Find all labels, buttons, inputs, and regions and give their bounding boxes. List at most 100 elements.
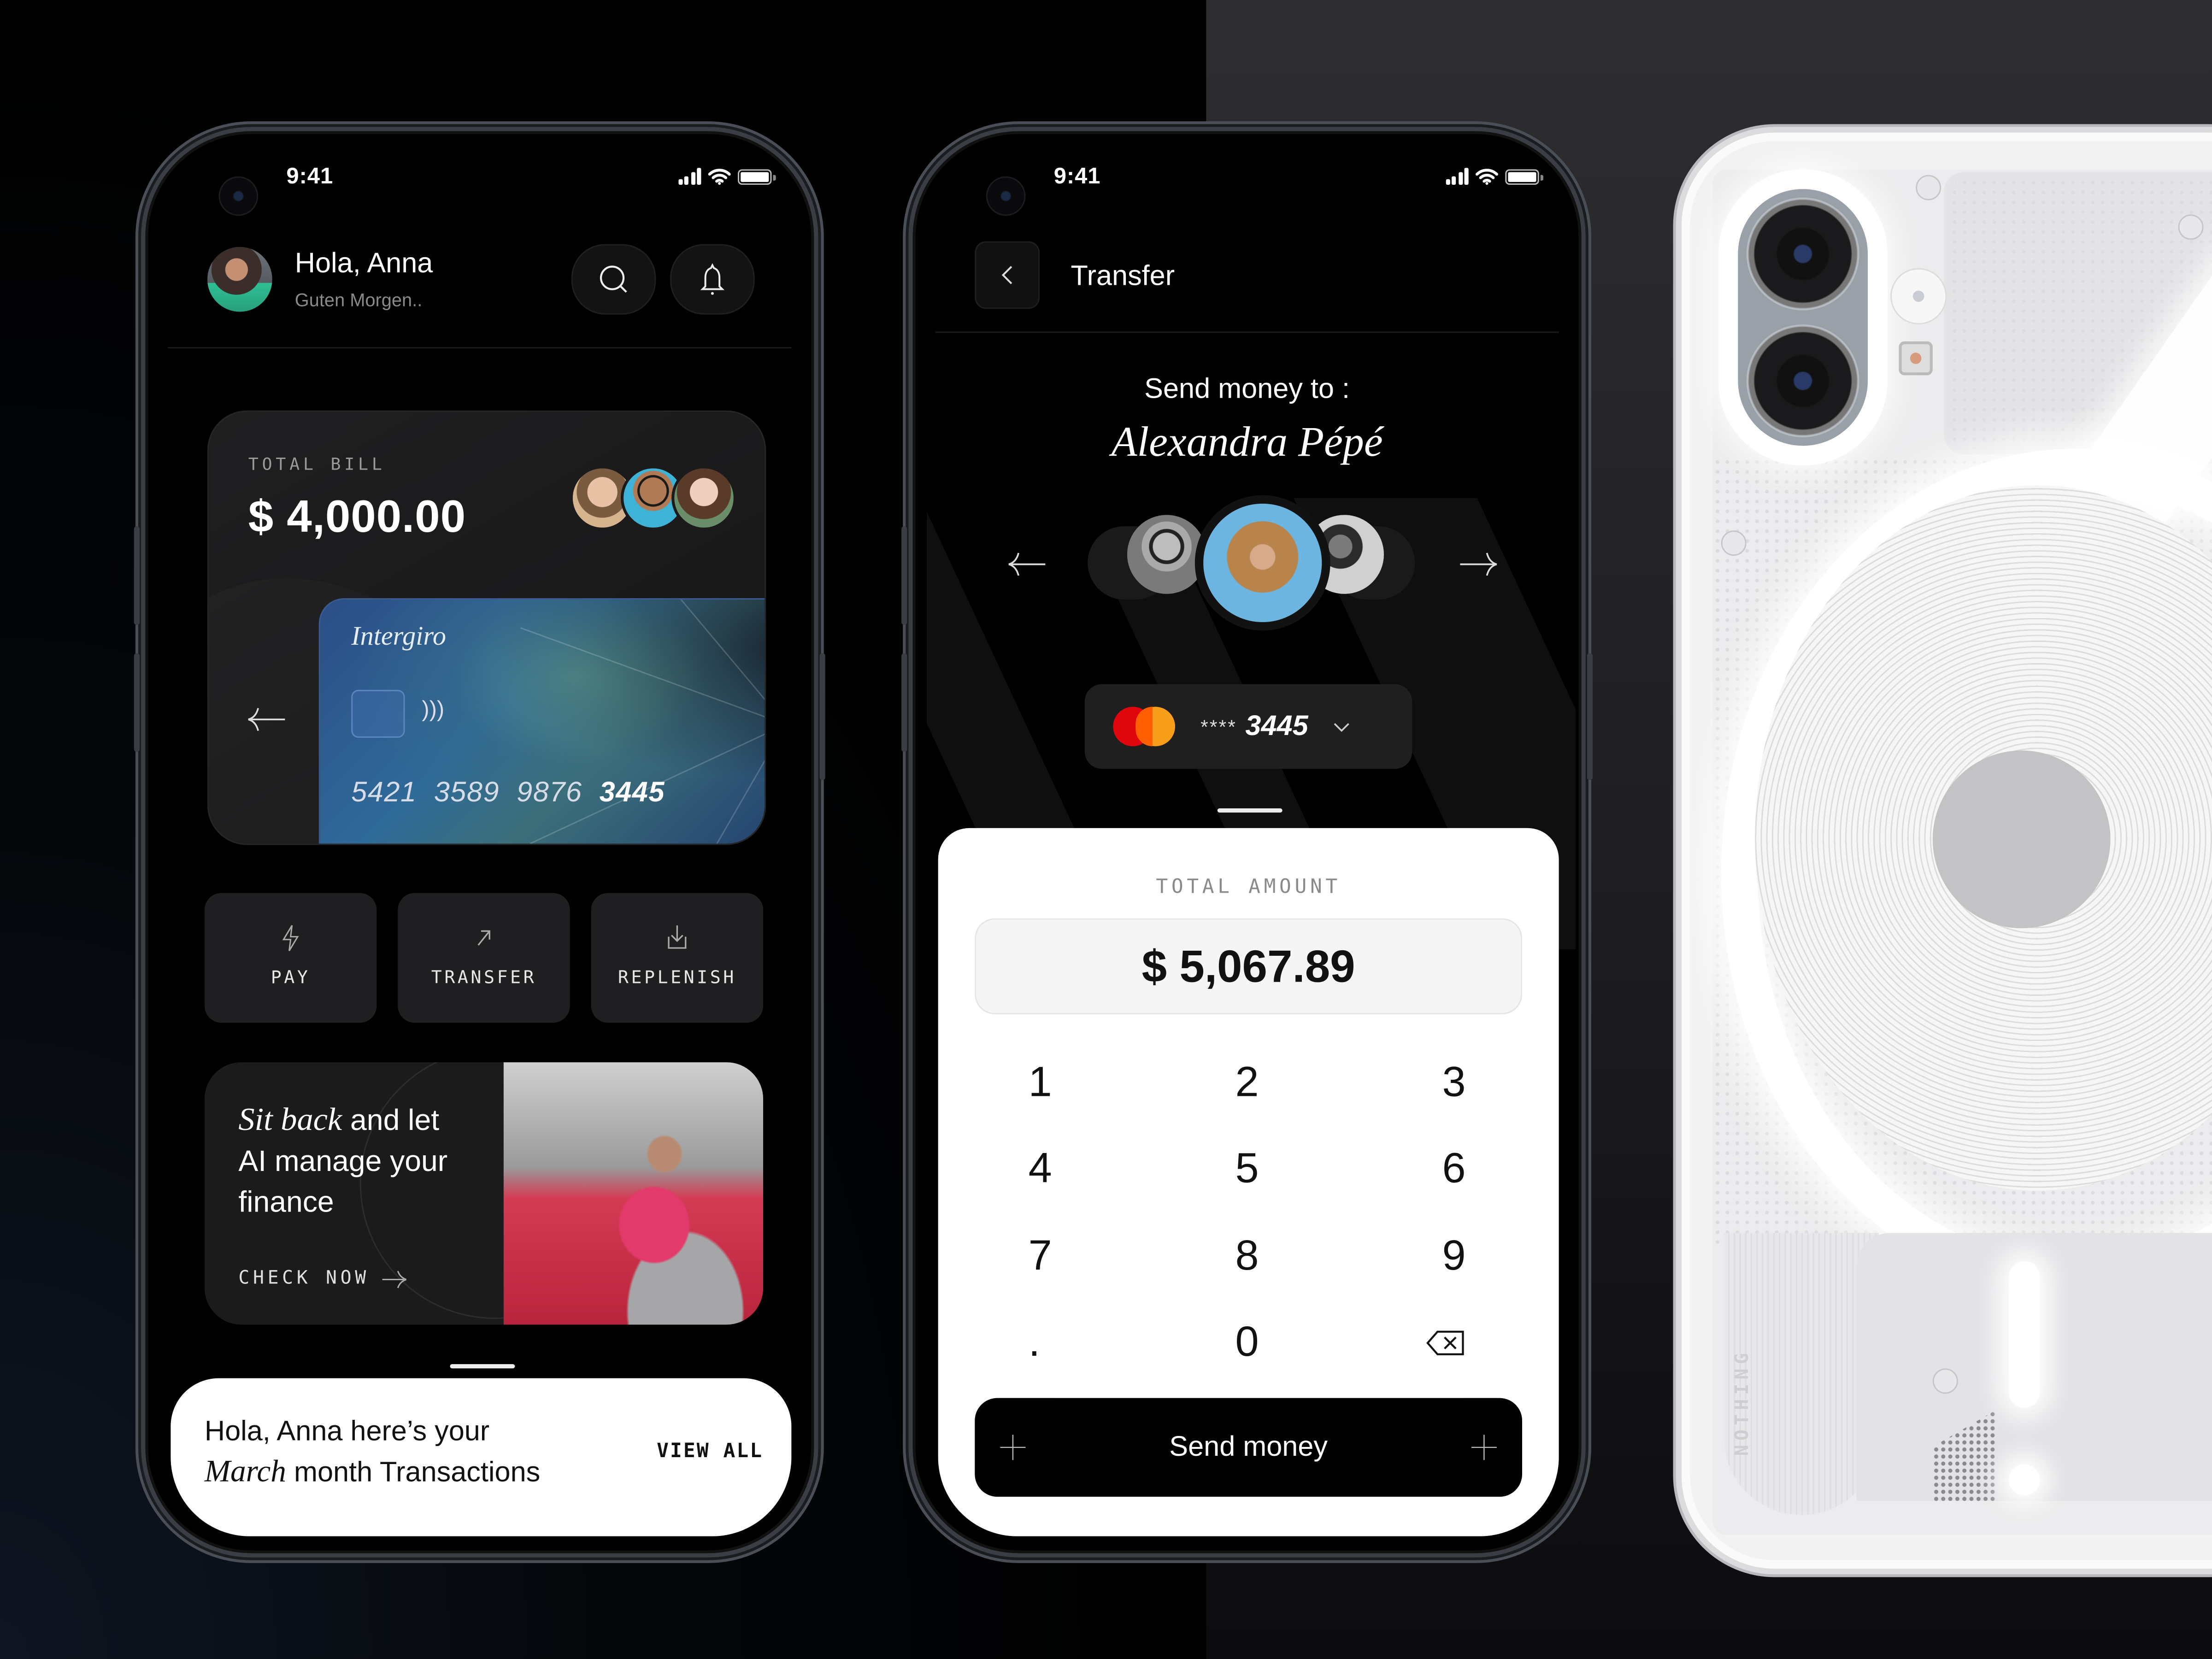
backspace-key[interactable] (1338, 1300, 1519, 1387)
credit-card[interactable]: Intergiro ))) 5421 3589 9876 3445 (318, 598, 765, 844)
recipient-name: Alexandra Pépé (1111, 419, 1383, 466)
amount-input[interactable]: $ 5,067.89 (975, 918, 1523, 1015)
notifications-button[interactable] (670, 244, 755, 315)
key-1[interactable]: 1 (975, 1040, 1156, 1126)
card-number-group: 9876 (517, 777, 582, 809)
recipient-avatar[interactable] (1127, 515, 1206, 594)
avatar[interactable] (207, 247, 272, 312)
screw (1916, 175, 1941, 200)
search-icon (600, 265, 627, 293)
transfer-button[interactable]: TRANSFER (398, 893, 570, 1023)
contactless-icon: ))) (422, 698, 445, 723)
total-amount-label: TOTAL AMOUNT (1156, 876, 1341, 899)
send-money-button[interactable]: Send money (975, 1398, 1523, 1497)
volume-button (901, 526, 907, 625)
card-mask: **** (1200, 715, 1237, 738)
key-9[interactable]: 9 (1338, 1213, 1519, 1300)
send-money-to-label: Send money to : (1144, 374, 1350, 405)
ai-promo-card[interactable]: Sit back and let AI manage your finance … (204, 1062, 764, 1325)
wifi-icon (1476, 169, 1498, 185)
chip-icon (351, 689, 405, 738)
power-button (819, 653, 825, 780)
arrow-right-icon (382, 1270, 407, 1288)
volume-button (901, 653, 907, 752)
total-bill-card[interactable]: TOTAL BILL $ 4,000.00 Intergiro ))) 5421… (207, 410, 766, 845)
recipient-carousel (997, 495, 1505, 639)
screw (2178, 214, 2204, 240)
send-money-label: Send money (1169, 1431, 1328, 1462)
greeting-subtitle: Guten Morgen.. (294, 289, 423, 311)
bar-glyph-light (2009, 1261, 2040, 1408)
numeric-keypad: 1 2 3 4 5 6 7 8 9 . 0 (975, 1040, 1519, 1387)
status-bar: 9:41 (145, 162, 814, 196)
dot-glyph-light (2009, 1464, 2040, 1495)
device-back-render: NOTHING (1676, 127, 2212, 1575)
sheet-handle[interactable] (1217, 808, 1282, 813)
card-number-last: 3445 (599, 777, 665, 809)
card-brand: Intergiro (351, 622, 446, 652)
key-0[interactable]: 0 (1156, 1300, 1338, 1387)
flash (1890, 268, 1947, 325)
chevron-down-icon (1334, 723, 1350, 732)
sparkle-icon (1471, 1435, 1497, 1460)
replenish-label: REPLENISH (618, 966, 736, 988)
check-now-link[interactable]: CHECK NOW (238, 1268, 409, 1289)
home-header: Hola, Anna Guten Morgen.. (207, 244, 758, 320)
phone-home-screen: 9:41 Hola, Anna Guten Morgen.. TOTAL BIL… (134, 127, 825, 1558)
promo-headline-text: finance (238, 1186, 334, 1219)
key-5[interactable]: 5 (1156, 1126, 1338, 1213)
replenish-button[interactable]: REPLENISH (591, 893, 764, 1023)
key-3[interactable]: 3 (1338, 1040, 1519, 1126)
transactions-sheet[interactable]: Hola, Anna here’s your March month Trans… (171, 1378, 792, 1536)
chevron-left-icon (1001, 266, 1012, 284)
pay-button[interactable]: PAY (204, 893, 377, 1023)
payment-card-dropdown[interactable]: **** 3445 (1085, 684, 1412, 769)
volume-button (134, 653, 140, 752)
sensor (1899, 341, 1933, 376)
total-bill-label: TOTAL BILL (248, 454, 386, 474)
page-title: Transfer (1071, 261, 1175, 292)
screw (1721, 530, 1747, 556)
amount-sheet: TOTAL AMOUNT $ 5,067.89 1 2 3 4 5 6 7 8 … (938, 828, 1559, 1536)
lightning-icon (282, 925, 299, 952)
key-4[interactable]: 4 (975, 1126, 1156, 1213)
coil-center (1932, 750, 2111, 929)
transactions-month: March (204, 1453, 286, 1488)
arrow-left-icon[interactable] (1006, 549, 1048, 580)
promo-headline-text: AI manage your (238, 1145, 448, 1178)
key-7[interactable]: 7 (975, 1213, 1156, 1300)
promo-headline-text: and let (342, 1104, 440, 1137)
card-ray (520, 627, 765, 725)
mastercard-icon (1113, 706, 1175, 747)
status-time: 9:41 (1053, 165, 1101, 189)
transactions-line2: month Transactions (286, 1457, 541, 1488)
card-number: 5421 3589 9876 3445 (351, 777, 665, 810)
sheet-handle[interactable] (450, 1364, 515, 1369)
view-all-link[interactable]: VIEW ALL (657, 1440, 763, 1463)
key-2[interactable]: 2 (1156, 1040, 1338, 1126)
back-button[interactable] (975, 241, 1040, 309)
key-decimal[interactable]: . (975, 1300, 1156, 1387)
participant-avatars[interactable] (570, 465, 736, 531)
camera-lens (1746, 197, 1859, 311)
search-button[interactable] (571, 244, 656, 315)
battery-icon (1505, 168, 1543, 184)
promo-headline-italic: Sit back (238, 1101, 342, 1137)
selected-recipient-avatar[interactable] (1194, 495, 1330, 631)
key-6[interactable]: 6 (1338, 1126, 1519, 1213)
total-bill-amount: $ 4,000.00 (248, 491, 466, 542)
header-divider (935, 331, 1559, 333)
promo-headline: Sit back and let AI manage your finance (238, 1099, 478, 1223)
battery-icon (738, 168, 776, 184)
wifi-icon (708, 169, 731, 185)
rear-camera-module (1738, 189, 1868, 446)
key-8[interactable]: 8 (1156, 1213, 1338, 1300)
amount-value: $ 5,067.89 (1141, 940, 1355, 991)
arrow-left-icon[interactable] (246, 706, 288, 734)
arrow-right-icon[interactable] (1457, 549, 1500, 580)
participant-avatar (671, 465, 736, 531)
status-time: 9:41 (286, 165, 334, 189)
pay-label: PAY (271, 966, 311, 988)
arrow-up-right-icon (477, 930, 490, 946)
bell-icon (700, 263, 725, 295)
